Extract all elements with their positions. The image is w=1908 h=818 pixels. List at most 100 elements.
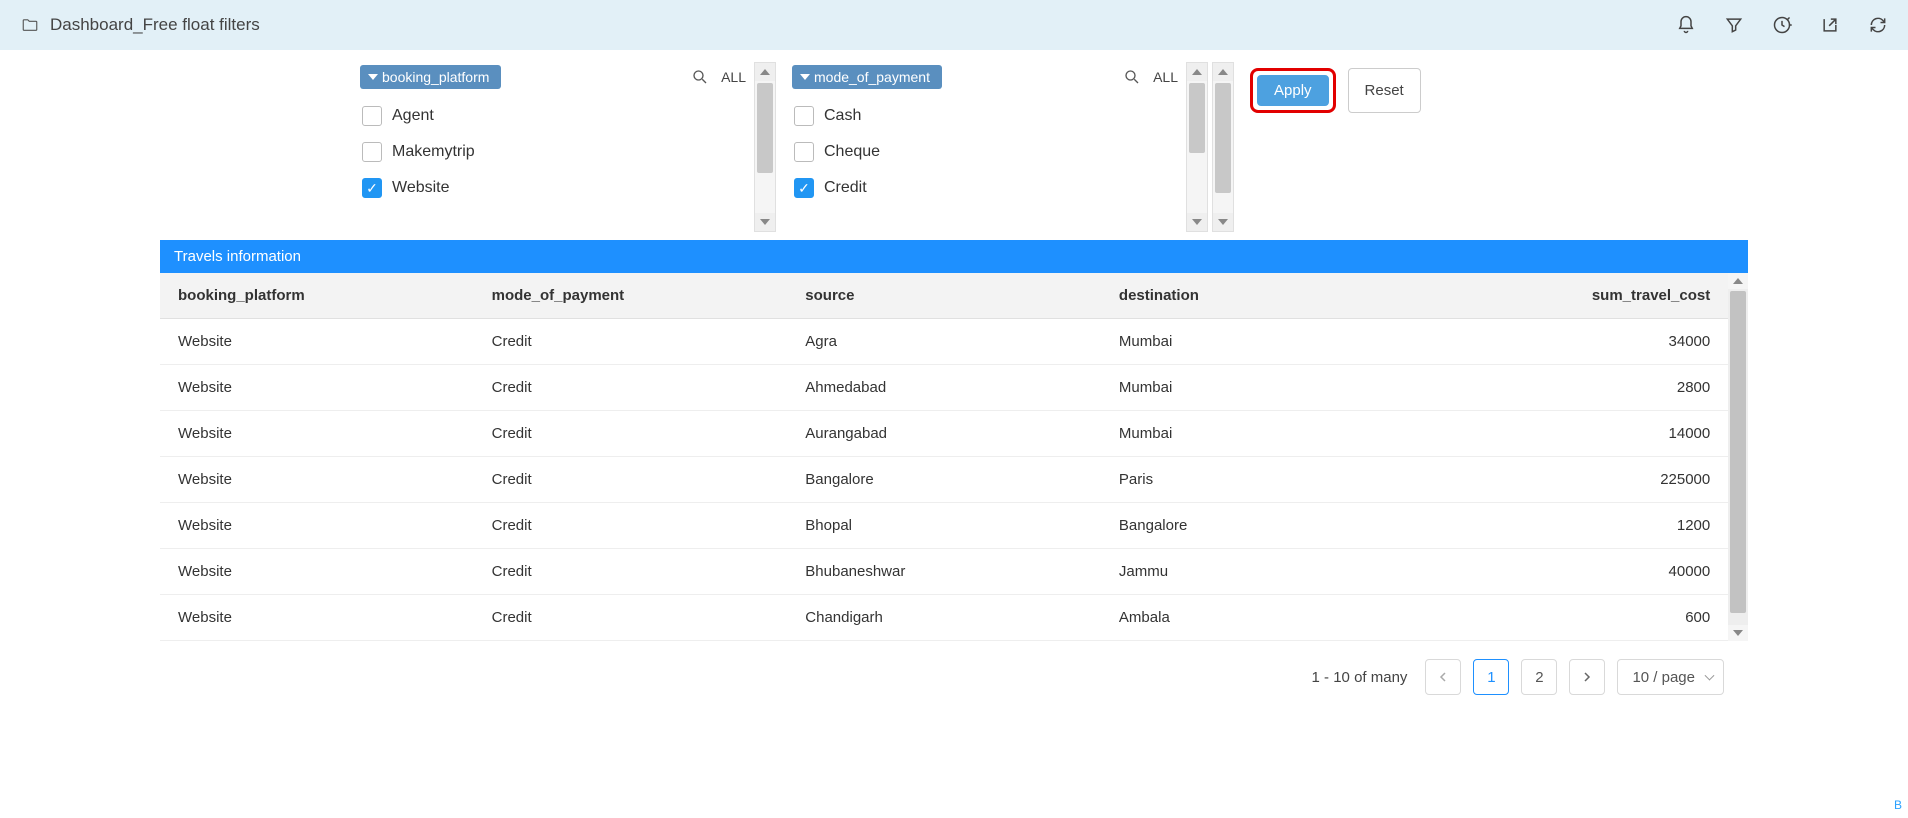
filter-item-website[interactable]: Website [360, 170, 750, 206]
filter-item-credit[interactable]: Credit [792, 170, 1182, 206]
col-destination[interactable]: destination [1101, 273, 1415, 319]
cell-destination: Jammu [1101, 549, 1415, 595]
filter-booking-platform: booking_platform ALL Agent Makemytrip [360, 62, 750, 232]
checkbox[interactable] [362, 142, 382, 162]
cell-mode-of-payment: Credit [474, 595, 788, 641]
filter-title-booking-platform[interactable]: booking_platform [360, 65, 501, 89]
filters-row: booking_platform ALL Agent Makemytrip [0, 50, 1908, 232]
cell-mode-of-payment: Credit [474, 411, 788, 457]
scroll-thumb[interactable] [1189, 83, 1205, 153]
filter-tools: ALL [691, 68, 746, 86]
scrollbar[interactable] [1186, 62, 1208, 232]
table-body: Website Credit Agra Mumbai 34000 Website… [160, 319, 1728, 641]
col-source[interactable]: source [787, 273, 1101, 319]
cell-source: Aurangabad [787, 411, 1101, 457]
col-sum-travel-cost[interactable]: sum_travel_cost [1415, 273, 1729, 319]
cell-source: Bhubaneshwar [787, 549, 1101, 595]
header-left: Dashboard_Free float filters [20, 15, 260, 35]
search-icon[interactable] [1123, 68, 1141, 86]
page-size-select[interactable]: 10 / page [1617, 659, 1724, 695]
scrollbar[interactable] [1212, 62, 1234, 232]
scroll-track[interactable] [1213, 81, 1233, 213]
next-page-button[interactable] [1569, 659, 1605, 695]
cell-destination: Bangalore [1101, 503, 1415, 549]
scroll-down-icon[interactable] [755, 213, 775, 231]
schedule-icon[interactable] [1772, 15, 1792, 35]
refresh-icon[interactable] [1868, 15, 1888, 35]
col-booking-platform[interactable]: booking_platform [160, 273, 474, 319]
scroll-down-icon[interactable] [1187, 213, 1207, 231]
cell-destination: Ambala [1101, 595, 1415, 641]
checkbox[interactable] [794, 178, 814, 198]
filter-item-agent[interactable]: Agent [360, 98, 750, 134]
folder-icon [20, 16, 40, 34]
table-scrollbar[interactable] [1728, 273, 1748, 641]
filter-item-label: Website [392, 179, 450, 197]
col-mode-of-payment[interactable]: mode_of_payment [474, 273, 788, 319]
filter-item-label: Cheque [824, 143, 880, 161]
export-icon[interactable] [1820, 15, 1840, 35]
cell-destination: Paris [1101, 457, 1415, 503]
page-1-button[interactable]: 1 [1473, 659, 1509, 695]
filter-item-cheque[interactable]: Cheque [792, 134, 1182, 170]
table-row[interactable]: Website Credit Chandigarh Ambala 600 [160, 595, 1728, 641]
corner-badge: B [1894, 798, 1902, 812]
scroll-track[interactable] [1728, 289, 1748, 625]
cell-sum-travel-cost: 2800 [1415, 365, 1729, 411]
table-row[interactable]: Website Credit Bhopal Bangalore 1200 [160, 503, 1728, 549]
reset-button[interactable]: Reset [1348, 68, 1421, 113]
cell-mode-of-payment: Credit [474, 365, 788, 411]
filter-title-mode-of-payment[interactable]: mode_of_payment [792, 65, 942, 89]
cell-mode-of-payment: Credit [474, 319, 788, 365]
filter-all-button[interactable]: ALL [1153, 69, 1178, 85]
cell-source: Ahmedabad [787, 365, 1101, 411]
scroll-up-icon[interactable] [1213, 63, 1233, 81]
cell-sum-travel-cost: 600 [1415, 595, 1729, 641]
chevron-down-icon [368, 74, 378, 80]
table-row[interactable]: Website Credit Ahmedabad Mumbai 2800 [160, 365, 1728, 411]
filter-icon[interactable] [1724, 15, 1744, 35]
table-row[interactable]: Website Credit Bhubaneshwar Jammu 40000 [160, 549, 1728, 595]
table-row[interactable]: Website Credit Bangalore Paris 225000 [160, 457, 1728, 503]
scroll-track[interactable] [755, 81, 775, 213]
checkbox[interactable] [362, 178, 382, 198]
cell-mode-of-payment: Credit [474, 503, 788, 549]
scroll-up-icon[interactable] [1728, 273, 1748, 289]
cell-booking-platform: Website [160, 457, 474, 503]
table-row[interactable]: Website Credit Aurangabad Mumbai 14000 [160, 411, 1728, 457]
scroll-thumb[interactable] [757, 83, 773, 173]
checkbox[interactable] [362, 106, 382, 126]
filter-actions: Apply Reset [1250, 62, 1421, 113]
cell-source: Bangalore [787, 457, 1101, 503]
checkbox[interactable] [794, 106, 814, 126]
scroll-up-icon[interactable] [755, 63, 775, 81]
apply-button[interactable]: Apply [1257, 75, 1329, 106]
scroll-thumb[interactable] [1215, 83, 1231, 193]
cell-booking-platform: Website [160, 365, 474, 411]
search-icon[interactable] [691, 68, 709, 86]
filter-item-label: Agent [392, 107, 434, 125]
cell-sum-travel-cost: 1200 [1415, 503, 1729, 549]
scroll-down-icon[interactable] [1213, 213, 1233, 231]
checkbox[interactable] [794, 142, 814, 162]
apply-highlight: Apply [1250, 68, 1336, 113]
scroll-track[interactable] [1187, 81, 1207, 213]
travels-table: booking_platform mode_of_payment source … [160, 273, 1728, 641]
bell-icon[interactable] [1676, 15, 1696, 35]
scroll-thumb[interactable] [1730, 291, 1746, 613]
page-2-button[interactable]: 2 [1521, 659, 1557, 695]
filter-all-button[interactable]: ALL [721, 69, 746, 85]
filter-items: Agent Makemytrip Website [360, 92, 750, 206]
filter-item-cash[interactable]: Cash [792, 98, 1182, 134]
cell-booking-platform: Website [160, 411, 474, 457]
scroll-up-icon[interactable] [1187, 63, 1207, 81]
table-row[interactable]: Website Credit Agra Mumbai 34000 [160, 319, 1728, 365]
filter-item-label: Cash [824, 107, 861, 125]
prev-page-button[interactable] [1425, 659, 1461, 695]
filter-head: booking_platform ALL [360, 62, 750, 92]
scrollbar[interactable] [754, 62, 776, 232]
cell-sum-travel-cost: 40000 [1415, 549, 1729, 595]
scroll-down-icon[interactable] [1728, 625, 1748, 641]
header-toolbar [1676, 15, 1888, 35]
filter-item-makemytrip[interactable]: Makemytrip [360, 134, 750, 170]
